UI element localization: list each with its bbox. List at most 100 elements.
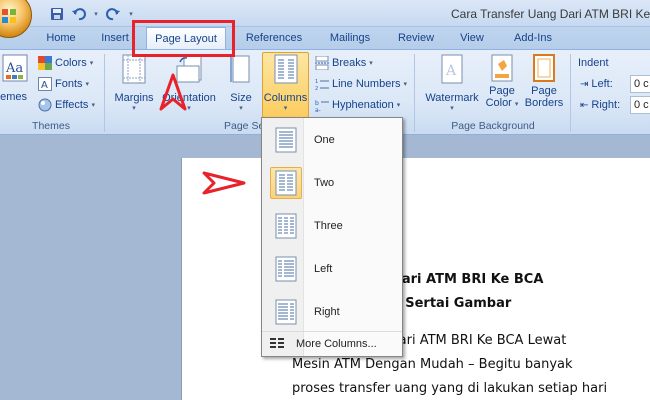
columns-option-right[interactable]: Right: [264, 292, 400, 333]
watermark-icon: A: [441, 54, 463, 84]
columns-button[interactable]: Columns ▾: [262, 54, 309, 112]
tab-mailings[interactable]: Mailings: [320, 27, 380, 49]
columns-option-two[interactable]: Two: [264, 163, 400, 204]
more-columns-icon: [270, 338, 284, 348]
columns-option-one[interactable]: One: [264, 120, 400, 161]
svg-text:A: A: [41, 80, 48, 91]
svg-text:Aa: Aa: [5, 61, 23, 76]
two-columns-icon: [270, 167, 302, 199]
hyphenation-button[interactable]: b a- Hyphenation ▾: [315, 98, 400, 112]
tab-references[interactable]: References: [238, 27, 310, 49]
effects-button[interactable]: Effects ▾: [38, 98, 95, 112]
margins-button[interactable]: Margins ▾: [112, 54, 156, 112]
tab-home[interactable]: Home: [40, 27, 82, 49]
breaks-label: Breaks: [332, 57, 367, 69]
one-column-icon: [270, 124, 302, 156]
indent-right-icon: ⇤: [580, 99, 589, 111]
undo-dropdown-icon[interactable]: ▾: [92, 6, 100, 22]
columns-option-right-label: Right: [314, 306, 340, 318]
more-columns-label: More Columns...: [296, 338, 377, 350]
tab-add-ins[interactable]: Add-Ins: [508, 27, 558, 49]
chevron-down-icon: ▾: [514, 101, 519, 108]
themes-icon: Aa: [2, 54, 28, 82]
page-borders-label-line1: Page: [531, 85, 557, 97]
columns-icon: [274, 54, 297, 84]
tab-page-layout[interactable]: Page Layout: [146, 27, 226, 50]
columns-option-left-label: Left: [314, 263, 333, 275]
colors-button[interactable]: Colors ▾: [38, 56, 93, 70]
doc-body-line2-text: Mesin ATM Dengan Mudah – Begitu banyak: [292, 357, 573, 372]
right-column-icon: [270, 296, 302, 328]
indent-heading: Indent: [578, 57, 609, 69]
tab-view[interactable]: View: [454, 27, 490, 49]
hyphenation-label: Hyphenation: [332, 99, 394, 111]
page-color-icon: [491, 54, 513, 82]
window-title: Cara Transfer Uang Dari ATM BRI Ke BCA: [451, 7, 650, 21]
indent-right-label: Right:: [591, 99, 621, 111]
size-icon: [230, 55, 250, 83]
save-icon[interactable]: [48, 6, 66, 22]
chevron-down-icon: ▾: [91, 102, 95, 109]
chevron-down-icon: ▾: [396, 102, 401, 109]
line-numbers-button[interactable]: 12 Line Numbers ▾: [315, 77, 407, 91]
page-color-label-line2-wrap: Color ▾: [484, 97, 520, 109]
effects-icon: [38, 98, 52, 112]
customize-toolbar-icon[interactable]: ▾: [126, 6, 136, 22]
indent-left-row: ⇥ Left:: [580, 78, 613, 90]
indent-label: Indent: [578, 57, 609, 69]
columns-option-two-label: Two: [314, 177, 335, 189]
tab-insert[interactable]: Insert: [95, 27, 135, 49]
watermark-label: Watermark: [425, 92, 479, 104]
fonts-label: Fonts: [55, 78, 83, 90]
chevron-down-icon: ▾: [369, 60, 373, 67]
breaks-button[interactable]: Breaks ▾: [315, 56, 373, 70]
redo-icon[interactable]: [104, 6, 122, 22]
chevron-down-icon: ▾: [450, 105, 454, 112]
columns-label: Columns: [263, 92, 308, 104]
size-label: Size: [230, 92, 252, 104]
more-columns-item[interactable]: More Columns...: [262, 331, 402, 356]
up-arrow-annotation-icon: [159, 73, 187, 111]
fonts-button[interactable]: A Fonts ▾: [38, 77, 89, 91]
indent-right-field[interactable]: 0 c: [630, 96, 650, 114]
size-button[interactable]: Size ▾: [226, 54, 256, 112]
chevron-down-icon: ▾: [89, 60, 94, 67]
chevron-down-icon: ▾: [132, 105, 136, 112]
chevron-down-icon: ▾: [239, 105, 243, 112]
page-color-button[interactable]: Page Color ▾: [484, 54, 520, 109]
margins-icon: [122, 54, 146, 84]
indent-left-icon: ⇥: [580, 78, 589, 90]
columns-option-three[interactable]: Three: [264, 206, 400, 247]
svg-text:b: b: [315, 100, 319, 107]
effects-label: Effects: [55, 99, 89, 111]
page-color-label-line1: Page: [489, 85, 515, 97]
page-borders-label-line2: Borders: [524, 97, 564, 109]
tab-review[interactable]: Review: [391, 27, 441, 49]
group-separator: [104, 54, 105, 132]
indent-left-field[interactable]: 0 c: [630, 75, 650, 93]
office-logo-icon: [2, 9, 16, 23]
line-numbers-label: Line Numbers: [332, 78, 401, 90]
page-borders-icon: [533, 54, 555, 82]
hyphenation-icon: ba-: [315, 100, 329, 112]
watermark-button[interactable]: A Watermark ▾: [422, 54, 482, 112]
undo-icon[interactable]: [70, 6, 88, 22]
svg-text:a-: a-: [315, 107, 321, 112]
quick-access-toolbar: ▾ ▾: [34, 5, 136, 23]
colors-label: Colors: [55, 57, 87, 69]
columns-option-three-label: Three: [314, 220, 343, 232]
title-bar: ▾ ▾ Cara Transfer Uang Dari ATM BRI Ke B…: [0, 0, 650, 38]
chevron-down-icon: ▾: [85, 81, 90, 88]
svg-text:2: 2: [315, 86, 318, 91]
group-separator: [414, 54, 415, 132]
columns-menu: One Two Three Left Right More Columns...: [261, 117, 403, 357]
fonts-icon: A: [38, 77, 52, 91]
themes-group-label: Themes: [32, 120, 70, 132]
page-borders-button[interactable]: Page Borders: [522, 54, 566, 109]
columns-option-left[interactable]: Left: [264, 249, 400, 290]
indent-left-label: Left:: [591, 78, 613, 90]
group-separator: [570, 54, 571, 132]
svg-text:1: 1: [315, 79, 318, 85]
ribbon-tabs: Home Insert Page Layout References Maili…: [0, 27, 650, 50]
themes-button[interactable]: Aa hemes: [0, 54, 30, 103]
